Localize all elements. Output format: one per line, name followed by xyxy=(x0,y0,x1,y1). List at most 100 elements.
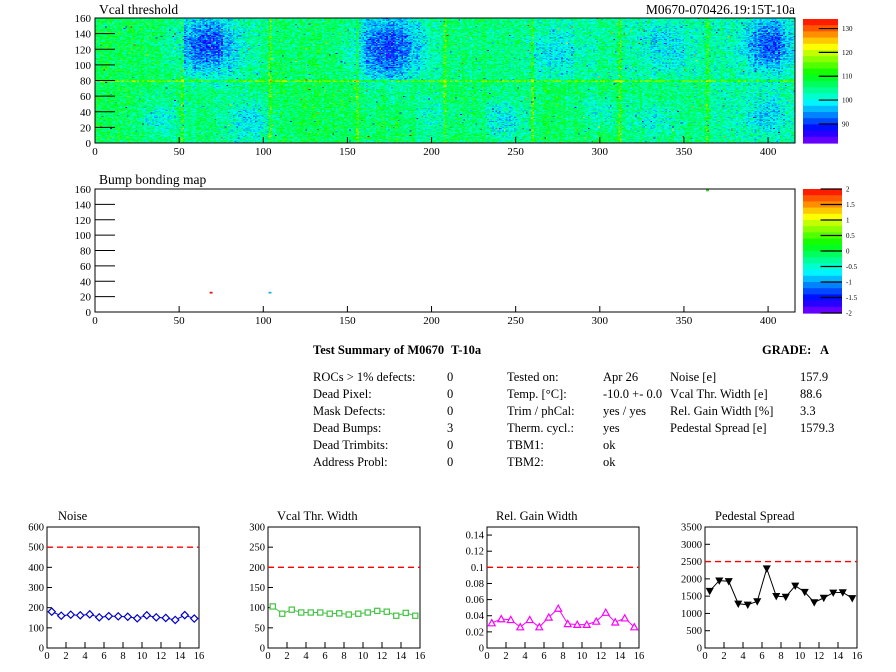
summary-value: 0 xyxy=(447,370,454,384)
noise-axes: 0 100 200 300 400 500 600 0 2 4 6 8 10 12 14 16 xyxy=(28,523,204,663)
svg-text:4: 4 xyxy=(522,651,528,662)
svg-text:-1.5: -1.5 xyxy=(846,294,858,302)
noise-line xyxy=(51,611,195,621)
svg-text:20: 20 xyxy=(80,122,92,134)
svg-text:0.06: 0.06 xyxy=(466,595,484,606)
data-point xyxy=(269,603,276,610)
data-point xyxy=(66,610,76,620)
vcal_threshold-colorbar: 90 100 110 120 130 xyxy=(803,19,853,144)
svg-text:120: 120 xyxy=(842,49,853,57)
svg-text:-0.5: -0.5 xyxy=(846,263,858,271)
pedestal_spread-series xyxy=(705,565,857,610)
svg-text:20: 20 xyxy=(80,292,92,304)
data-point xyxy=(496,614,506,623)
summary-value: yes xyxy=(603,421,620,435)
summary-row: Address Probl: 0 xyxy=(313,454,453,471)
svg-text:350: 350 xyxy=(676,315,693,327)
data-point xyxy=(715,577,724,585)
pedestal_spread-axes: 0 500 1000 1500 2000 2500 3000 3500 0 2 4 6 8 10 12 14 1… xyxy=(681,523,862,663)
svg-text:12: 12 xyxy=(377,651,388,662)
data-point xyxy=(94,612,104,622)
svg-text:12: 12 xyxy=(156,651,167,662)
svg-text:14: 14 xyxy=(175,651,186,662)
svg-text:16: 16 xyxy=(415,651,426,662)
svg-text:80: 80 xyxy=(80,76,92,88)
svg-text:16: 16 xyxy=(634,651,645,662)
svg-text:110: 110 xyxy=(842,73,853,81)
grade-label: GRADE: xyxy=(762,343,812,357)
summary-row: Trim / phCal: yes / yes xyxy=(507,403,662,420)
data-point xyxy=(781,593,790,602)
data-point xyxy=(810,599,819,607)
vcal_thr_width-frame xyxy=(267,526,421,649)
module-id-title: M0670-070426.19:15T-10a xyxy=(645,2,795,17)
vcal-threshold-title: Vcal threshold xyxy=(99,2,179,17)
rel_gain_width-series xyxy=(487,603,639,631)
summary-row: Mask Defects: 0 xyxy=(313,403,453,420)
vcal-thr-width-plot: 0 50 100 150 200 250 300 0 2 4 6 8 10 12 14 16 xyxy=(249,523,426,663)
defect-marker xyxy=(268,291,272,294)
data-point xyxy=(734,600,743,608)
rel_gain_width-frame xyxy=(486,526,640,649)
svg-text:100: 100 xyxy=(842,97,853,105)
test-results-column: Noise [e] 157.9 Vcal Thr. Width [e] 88.6 Rel… xyxy=(670,369,834,437)
bump_bonding-colorbar: 2 1.5 1 0.5 0 -0.5 -1 -1.5 -2 xyxy=(803,186,858,318)
summary-row: ROCs > 1% defects: 0 xyxy=(313,369,453,386)
data-point xyxy=(601,607,611,616)
data-point xyxy=(307,609,314,616)
svg-text:0: 0 xyxy=(44,651,49,662)
svg-text:6: 6 xyxy=(101,651,106,662)
svg-text:2: 2 xyxy=(284,651,289,662)
data-point xyxy=(610,617,620,626)
svg-text:1000: 1000 xyxy=(681,609,702,620)
svg-text:2500: 2500 xyxy=(681,557,702,568)
data-point xyxy=(288,606,295,613)
summary-value: 88.6 xyxy=(800,387,822,401)
vcal-threshold-heatmap xyxy=(95,18,795,143)
svg-text:0.1: 0.1 xyxy=(471,563,484,574)
svg-text:120: 120 xyxy=(75,215,92,227)
svg-text:8: 8 xyxy=(120,651,125,662)
data-point xyxy=(629,622,639,631)
svg-text:0.08: 0.08 xyxy=(466,579,484,590)
svg-text:6: 6 xyxy=(322,651,327,662)
svg-text:4: 4 xyxy=(740,651,746,662)
data-point xyxy=(402,609,409,617)
svg-text:3500: 3500 xyxy=(681,523,702,534)
svg-text:160: 160 xyxy=(75,184,92,196)
grade-value: A xyxy=(820,343,830,357)
data-point xyxy=(279,610,286,617)
svg-text:300: 300 xyxy=(249,523,265,534)
summary-value: 157.9 xyxy=(800,370,829,384)
svg-text:100: 100 xyxy=(75,60,92,72)
data-point xyxy=(47,607,57,617)
summary-label: Trim / phCal: xyxy=(507,404,575,418)
summary-label: TBM2: xyxy=(507,455,544,469)
data-point xyxy=(412,612,419,619)
data-point xyxy=(317,609,324,616)
data-point xyxy=(123,612,133,622)
summary-label: ROCs > 1% defects: xyxy=(313,370,416,384)
data-point xyxy=(591,616,601,625)
svg-text:10: 10 xyxy=(795,651,806,662)
data-point xyxy=(705,587,714,596)
bump_bonding-axes: 0204060801001201401600 50 100 150 200 250 300 3… xyxy=(75,184,796,327)
defect-marker xyxy=(209,291,213,294)
data-point xyxy=(170,615,180,625)
summary-row: Dead Bumps: 3 xyxy=(313,420,453,437)
summary-value: Apr 26 xyxy=(603,370,639,384)
data-point xyxy=(487,618,497,627)
data-point xyxy=(829,589,838,597)
data-point xyxy=(56,611,66,621)
svg-text:140: 140 xyxy=(75,29,92,41)
svg-text:500: 500 xyxy=(28,543,44,554)
svg-text:14: 14 xyxy=(833,651,844,662)
svg-text:600: 600 xyxy=(28,523,44,534)
svg-text:0.04: 0.04 xyxy=(466,611,485,622)
rel_gain_width-line xyxy=(491,607,635,628)
svg-text:16: 16 xyxy=(194,651,205,662)
pedestal_spread-frame xyxy=(704,526,858,649)
data-point xyxy=(161,613,171,623)
summary-row: TBM2: ok xyxy=(507,454,662,471)
svg-text:100: 100 xyxy=(255,146,272,158)
